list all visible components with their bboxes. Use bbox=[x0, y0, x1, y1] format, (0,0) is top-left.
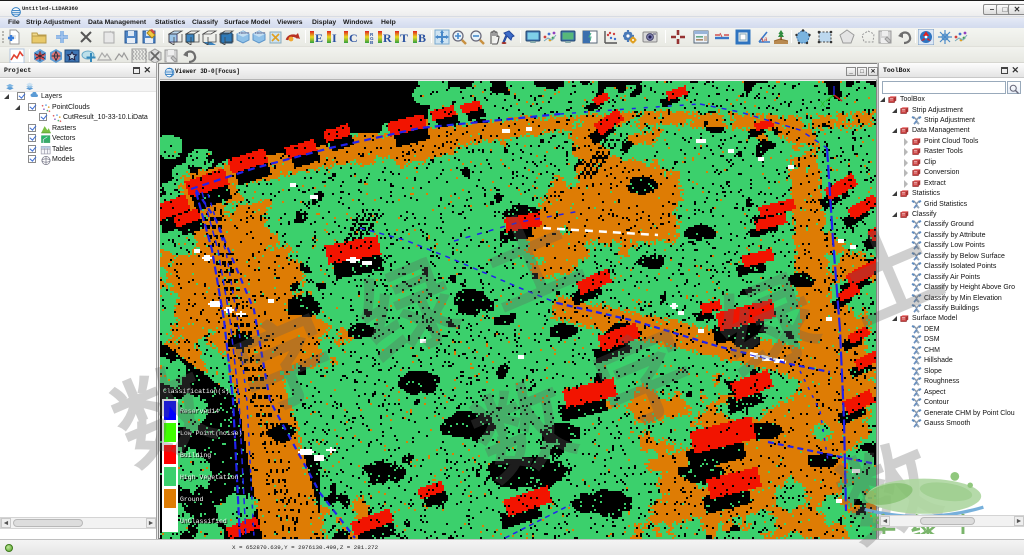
svg-text:T: T bbox=[400, 31, 408, 45]
svg-text:I: I bbox=[332, 31, 337, 45]
svg-text:R: R bbox=[383, 31, 392, 45]
svg-text:FRONT: FRONT bbox=[255, 31, 265, 35]
svg-text:FRONT: FRONT bbox=[239, 31, 249, 35]
svg-text:C: C bbox=[349, 31, 358, 45]
svg-text:X: X bbox=[820, 100, 826, 109]
svg-text:B: B bbox=[418, 31, 426, 45]
svg-text:E: E bbox=[315, 31, 323, 45]
